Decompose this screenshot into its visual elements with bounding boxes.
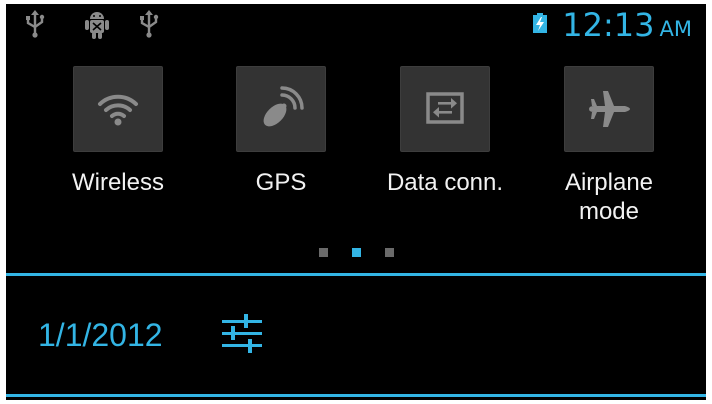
clock-time: 12:13 — [562, 6, 655, 44]
settings-sliders-icon[interactable] — [220, 313, 264, 357]
tile-label: Airplane mode — [544, 168, 674, 226]
data-connection-icon — [426, 92, 464, 124]
tile-wireless[interactable]: Wireless — [53, 66, 183, 197]
tile-gps[interactable]: GPS — [216, 66, 346, 197]
status-bar: 12:13 AM — [6, 4, 706, 46]
tile-label: GPS — [255, 169, 307, 196]
tile-label-line: Airplane — [564, 169, 654, 196]
wifi-icon — [98, 94, 138, 126]
tile-airplane-mode[interactable]: Airplane mode — [544, 66, 674, 226]
tile-label: Wireless — [71, 169, 164, 196]
tile-airplane-mode-button[interactable] — [564, 66, 654, 152]
notification-shade: 12:13 AM Wireless GPS Data conn. Airplan… — [6, 4, 706, 400]
android-debug-icon — [84, 10, 110, 40]
page-indicator — [6, 248, 706, 258]
gps-icon — [263, 86, 304, 127]
page-dot[interactable] — [318, 248, 328, 257]
tile-data-connection-button[interactable] — [400, 66, 490, 152]
date-label: 1/1/2012 — [38, 317, 163, 353]
divider — [6, 273, 706, 276]
tile-label-line: mode — [578, 198, 640, 225]
battery-charging-icon — [533, 13, 547, 33]
status-clock: 12:13 AM — [562, 7, 692, 47]
tile-data-connection[interactable]: Data conn. — [380, 66, 510, 197]
usb-icon — [138, 10, 164, 40]
usb-icon — [24, 10, 50, 40]
divider — [6, 394, 706, 397]
page-dot[interactable] — [384, 248, 394, 257]
tile-wireless-button[interactable] — [73, 66, 163, 152]
tile-label: Data conn. — [386, 169, 504, 196]
clock-ampm: AM — [659, 17, 692, 41]
airplane-icon — [589, 91, 630, 127]
quick-settings-tiles: Wireless GPS Data conn. Airplane mode — [6, 66, 706, 246]
tile-gps-button[interactable] — [236, 66, 326, 152]
page-dot-active[interactable] — [351, 248, 361, 257]
